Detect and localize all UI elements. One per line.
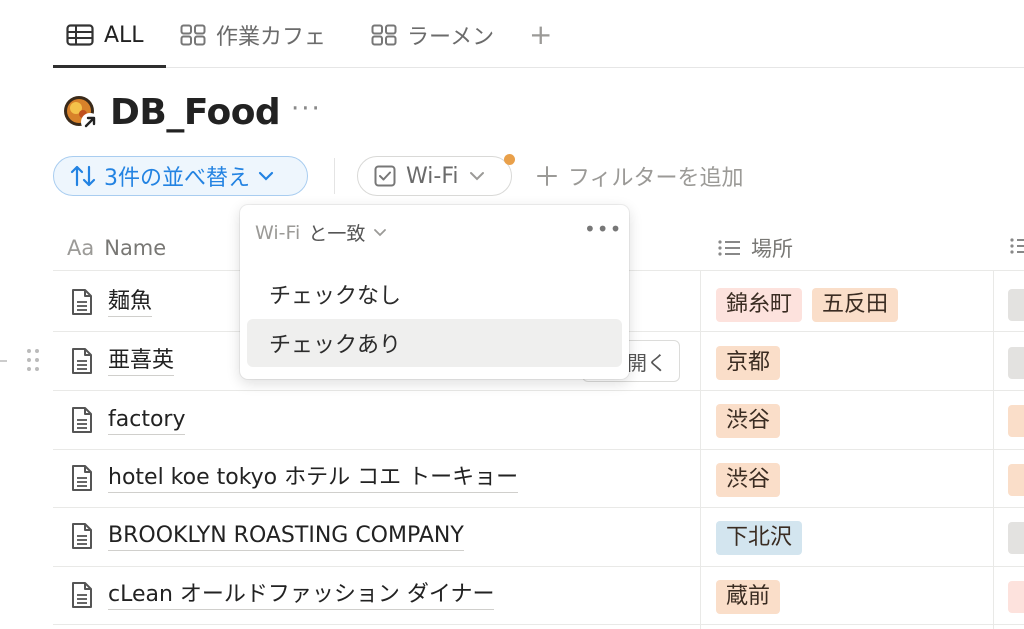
filter-active-dot — [504, 154, 515, 165]
chevron-down-icon — [258, 171, 274, 181]
table-row[interactable]: factory — [70, 400, 186, 440]
row-add-handle[interactable] — [0, 360, 7, 362]
list-icon — [1010, 238, 1024, 254]
table-row[interactable]: 麺魚 — [70, 282, 153, 322]
filter-field-label: Wi-Fi — [255, 221, 301, 244]
next-column-tag — [1008, 522, 1024, 554]
row-divider — [53, 390, 1024, 391]
next-column-tag — [1008, 347, 1024, 379]
location-cell[interactable]: 蔵前 — [716, 577, 790, 617]
option-checked[interactable]: チェックあり — [247, 319, 622, 367]
column-label: Name — [104, 236, 167, 260]
sort-arrows-icon — [70, 165, 96, 187]
tab-label: ラーメン — [407, 25, 495, 50]
column-header-location[interactable]: 場所 — [717, 226, 793, 270]
location-tag: 蔵前 — [716, 580, 781, 614]
column-divider — [700, 270, 701, 629]
wifi-filter-button[interactable]: Wi-Fi — [357, 156, 512, 196]
text-type-icon: Aa — [67, 236, 95, 260]
location-cell[interactable]: 錦糸町 五反田 — [716, 285, 908, 325]
row-title[interactable]: hotel koe tokyo ホテル コエ トーキョー — [108, 464, 519, 493]
location-tag: 五反田 — [812, 288, 899, 322]
filter-match-label: と一致 — [308, 223, 366, 245]
tab-work-cafe[interactable]: 作業カフェ — [180, 18, 326, 52]
next-column-tag — [1008, 581, 1024, 613]
page-icon — [72, 582, 92, 608]
page-title: DB_Food — [110, 92, 281, 133]
next-column-tag — [1008, 464, 1024, 496]
drag-handle-icon[interactable] — [26, 346, 40, 374]
row-title[interactable]: 亜喜英 — [108, 347, 175, 376]
active-tab-indicator — [53, 65, 166, 68]
column-header-name[interactable]: Aa Name — [67, 226, 166, 270]
page-icon — [72, 465, 92, 491]
location-tag: 錦糸町 — [716, 288, 803, 322]
filter-label: Wi-Fi — [406, 163, 459, 189]
gallery-icon — [180, 24, 206, 46]
option-unchecked[interactable]: チェックなし — [247, 270, 622, 318]
food-emoji-icon — [64, 96, 99, 131]
page-icon — [72, 523, 92, 549]
table-row[interactable]: cLean オールドファッション ダイナー — [70, 575, 495, 615]
row-title[interactable]: factory — [108, 406, 186, 435]
location-cell[interactable]: 京都 — [716, 343, 790, 383]
location-cell[interactable]: 渋谷 — [716, 460, 790, 500]
more-options-button[interactable]: ··· — [291, 94, 322, 124]
filter-more-button[interactable]: ••• — [584, 217, 622, 241]
next-column-tag — [1008, 405, 1024, 437]
plus-icon — [537, 166, 557, 186]
column-divider — [993, 270, 994, 629]
chevron-down-icon — [469, 172, 484, 181]
row-title[interactable]: cLean オールドファッション ダイナー — [108, 581, 495, 610]
table-row[interactable]: 亜喜英 — [70, 341, 175, 381]
page-icon — [72, 289, 92, 315]
location-tag: 渋谷 — [716, 404, 781, 438]
tabs-divider — [53, 67, 1024, 68]
table-row[interactable]: hotel koe tokyo ホテル コエ トーキョー — [70, 458, 519, 498]
row-divider — [53, 566, 1024, 567]
row-title[interactable]: 麺魚 — [108, 288, 153, 317]
column-label: 場所 — [751, 237, 793, 261]
sort-button[interactable]: 3件の並べ替え — [53, 156, 308, 196]
sort-label: 3件の並べ替え — [104, 166, 250, 191]
next-column-tag — [1008, 289, 1024, 321]
gallery-icon — [371, 24, 397, 46]
toolbar-divider — [334, 158, 335, 194]
add-filter-button[interactable]: フィルターを追加 — [536, 160, 744, 192]
table-icon — [66, 24, 94, 46]
page-icon — [72, 348, 92, 374]
page-icon — [72, 407, 92, 433]
table-row[interactable]: BROOKLYN ROASTING COMPANY — [70, 516, 464, 556]
location-tag: 京都 — [716, 346, 781, 380]
location-tag: 渋谷 — [716, 463, 781, 497]
tab-label: 作業カフェ — [216, 25, 327, 50]
location-cell[interactable]: 渋谷 — [716, 401, 790, 441]
row-title[interactable]: BROOKLYN ROASTING COMPANY — [108, 522, 464, 551]
tab-label: ALL — [104, 22, 144, 48]
add-view-button[interactable]: + — [529, 18, 552, 52]
filter-condition-button[interactable]: Wi-Fi と一致 — [255, 219, 387, 246]
add-filter-label: フィルターを追加 — [568, 166, 744, 191]
tab-ramen[interactable]: ラーメン — [371, 18, 494, 52]
tab-all[interactable]: ALL — [66, 18, 144, 52]
row-divider — [53, 449, 1024, 450]
list-icon — [718, 240, 740, 256]
filter-popup: Wi-Fi と一致 ••• チェックなし チェックあり — [240, 205, 629, 379]
checkbox-icon — [374, 165, 396, 187]
row-divider — [53, 507, 1024, 508]
chevron-down-icon — [374, 228, 387, 236]
location-cell[interactable]: 下北沢 — [716, 518, 812, 558]
location-tag: 下北沢 — [716, 521, 803, 555]
row-divider — [53, 624, 1024, 625]
